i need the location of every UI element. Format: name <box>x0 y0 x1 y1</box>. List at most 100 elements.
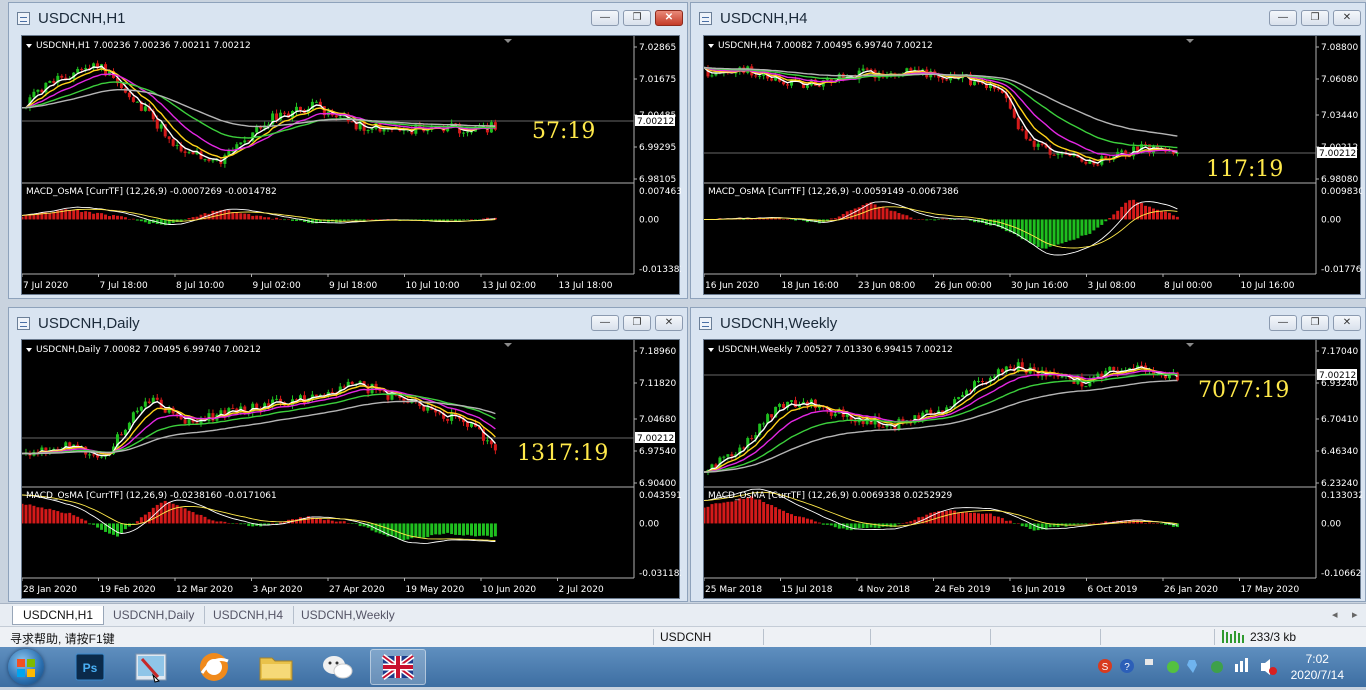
chart-window-daily[interactable]: USDCNH,Daily — ❐ ✕ USDCNH,Daily 7.00082 … <box>8 307 688 602</box>
current-price-label: 7.00212 <box>1319 149 1356 159</box>
maximize-button[interactable]: ❐ <box>623 315 651 331</box>
tab-scroll-right-icon[interactable]: ▸ <box>1352 608 1358 621</box>
macd-bar <box>473 219 477 220</box>
macd-bar <box>1155 523 1159 524</box>
maximize-button[interactable]: ❐ <box>1301 10 1329 26</box>
tab-scroll-left-icon[interactable]: ◂ <box>1332 608 1338 621</box>
macd-bar <box>1092 219 1096 231</box>
price-tick-label: 7.04680 <box>639 415 676 425</box>
macd-bar <box>96 523 100 528</box>
chart-canvas[interactable]: USDCNH,Weekly 7.00527 7.01330 6.99415 7.… <box>703 339 1362 600</box>
close-button[interactable]: ✕ <box>1333 10 1361 26</box>
price-tick-label: 6.23240 <box>1321 479 1358 489</box>
window-title-bar[interactable]: USDCNH,H4 — ❐ ✕ <box>691 3 1365 33</box>
macd-tick-label: -0.017761 <box>1321 265 1362 275</box>
chart-window-h1[interactable]: USDCNH,H1 — ❐ ✕ USDCNH,H1 7.00236 7.0023… <box>8 2 688 299</box>
chart-window-icon <box>699 317 712 330</box>
macd-tick-label: 0.00 <box>639 519 659 529</box>
close-button[interactable]: ✕ <box>1333 315 1361 331</box>
paint-icon[interactable] <box>124 649 180 685</box>
macd-bar <box>1140 203 1144 220</box>
time-tick-label: 7 Jul 2020 <box>23 281 68 291</box>
chart-svg[interactable]: USDCNH,Daily 7.00082 7.00495 6.99740 7.0… <box>22 340 681 600</box>
window-title-bar[interactable]: USDCNH,Daily — ❐ ✕ <box>9 308 687 338</box>
candle-body <box>88 454 92 456</box>
window-title-bar[interactable]: USDCNH,H1 — ❐ ✕ <box>9 3 687 33</box>
close-button[interactable]: ✕ <box>655 315 683 331</box>
macd-bar <box>937 219 941 221</box>
macd-bar <box>1072 219 1076 240</box>
minimize-button[interactable]: — <box>591 315 619 331</box>
candle-body <box>175 413 179 415</box>
macd-bar <box>422 523 426 538</box>
candle-body <box>187 152 191 154</box>
candle-body <box>790 400 794 402</box>
macd-bar <box>191 217 195 220</box>
chart-svg[interactable]: USDCNH,Weekly 7.00527 7.01330 6.99415 7.… <box>704 340 1362 600</box>
macd-bar <box>243 523 247 525</box>
macd-bar <box>849 523 853 531</box>
close-button[interactable]: ✕ <box>655 10 683 26</box>
macd-bar <box>139 219 143 222</box>
macd-label: MACD_OsMA [CurrTF] (12,26,9) -0.0007269 … <box>26 187 277 197</box>
candle-body <box>793 400 797 408</box>
macd-bar <box>92 213 96 220</box>
folder-icon[interactable] <box>248 649 304 685</box>
status-bar: 寻求帮助, 请按F1键 USDCNH 233/3 kb <box>0 626 1366 647</box>
minimize-button[interactable]: — <box>591 10 619 26</box>
browser-icon[interactable] <box>186 649 242 685</box>
time-tick-label: 30 Jun 16:00 <box>1011 281 1068 291</box>
macd-bar <box>1036 219 1040 248</box>
chart-svg[interactable]: USDCNH,H1 7.00236 7.00236 7.00211 7.0021… <box>22 36 681 296</box>
price-tick-label: 6.98105 <box>639 175 676 185</box>
macd-bar <box>742 219 746 220</box>
chart-canvas[interactable]: USDCNH,Daily 7.00082 7.00495 6.99740 7.0… <box>21 339 681 600</box>
tray-clock[interactable]: 7:02 2020/7/14 <box>1291 651 1344 683</box>
macd-bar <box>1148 522 1152 524</box>
macd-bar <box>793 516 797 524</box>
tab-usdcnh-weekly[interactable]: USDCNH,Weekly <box>291 606 405 624</box>
minimize-button[interactable]: — <box>1269 315 1297 331</box>
time-tick-label: 13 Jul 18:00 <box>559 281 613 291</box>
macd-tick-label: -0.013382 <box>639 265 681 275</box>
macd-bar <box>378 523 382 534</box>
candle-body <box>1000 369 1004 373</box>
maximize-button[interactable]: ❐ <box>623 10 651 26</box>
candle-body <box>426 406 430 411</box>
uk-flag-icon[interactable] <box>370 649 426 685</box>
start-icon[interactable] <box>8 649 44 685</box>
chart-window-weekly[interactable]: USDCNH,Weekly — ❐ ✕ USDCNH,Weekly 7.0052… <box>690 307 1366 602</box>
macd-bar <box>275 217 279 220</box>
candle-body <box>1108 366 1112 371</box>
macd-bar <box>1004 520 1008 524</box>
photoshop-icon[interactable]: Ps <box>62 649 118 685</box>
candle-body <box>778 403 782 407</box>
macd-bar <box>1116 210 1120 220</box>
macd-bar <box>941 511 945 524</box>
candle-body <box>450 413 454 421</box>
macd-bar <box>786 512 790 524</box>
minimize-button[interactable]: — <box>1269 10 1297 26</box>
tab-usdcnh-h4[interactable]: USDCNH,H4 <box>203 606 295 624</box>
macd-bar <box>493 523 497 537</box>
macd-bar <box>1092 522 1096 524</box>
macd-bar <box>746 497 750 524</box>
wechat-icon[interactable] <box>310 649 366 685</box>
candle-body <box>275 113 279 120</box>
tab-usdcnh-daily[interactable]: USDCNH,Daily <box>103 606 206 624</box>
tab-usdcnh-h1[interactable]: USDCNH,H1 <box>12 606 105 625</box>
macd-bar <box>877 206 881 220</box>
maximize-button[interactable]: ❐ <box>1301 315 1329 331</box>
macd-bar <box>127 219 131 220</box>
chart-svg[interactable]: USDCNH,H4 7.00082 7.00495 6.99740 7.0021… <box>704 36 1362 296</box>
macd-bar <box>458 523 462 535</box>
chart-window-h4[interactable]: USDCNH,H4 — ❐ ✕ USDCNH,H4 7.00082 7.0049… <box>690 2 1366 299</box>
macd-bar <box>48 508 52 524</box>
window-title-bar[interactable]: USDCNH,Weekly — ❐ ✕ <box>691 308 1365 338</box>
chart-canvas[interactable]: USDCNH,H1 7.00236 7.00236 7.00211 7.0021… <box>21 35 681 296</box>
macd-bar <box>941 218 945 220</box>
macd-bar <box>119 523 123 534</box>
time-tick-label: 3 Jul 08:00 <box>1088 281 1137 291</box>
current-price-label: 7.00212 <box>1319 371 1356 381</box>
chart-canvas[interactable]: USDCNH,H4 7.00082 7.00495 6.99740 7.0021… <box>703 35 1362 296</box>
